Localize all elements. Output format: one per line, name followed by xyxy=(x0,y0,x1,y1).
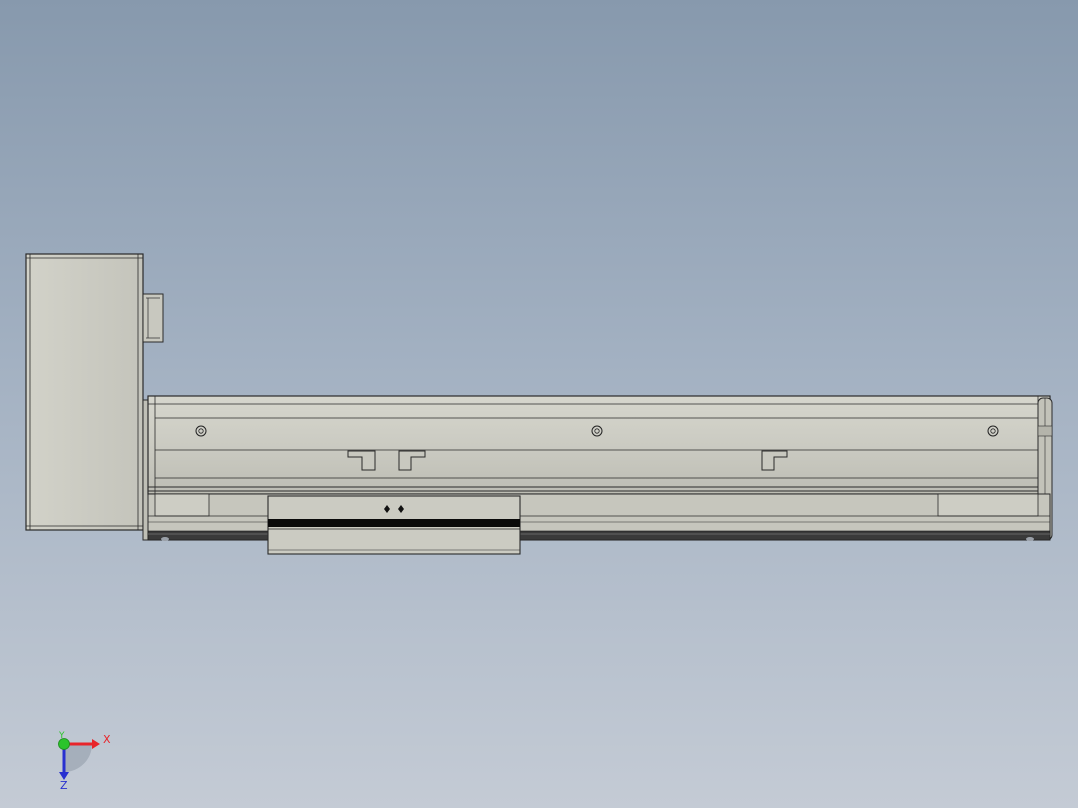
motor-connector[interactable] xyxy=(142,293,164,343)
rail-body[interactable] xyxy=(147,395,1051,495)
triad-x-label: X xyxy=(103,733,111,746)
linear-actuator-model[interactable] xyxy=(0,0,1078,808)
motor-housing[interactable] xyxy=(25,253,144,531)
triad-y-label: Y xyxy=(59,731,65,741)
carriage-slider[interactable] xyxy=(267,495,521,555)
cad-graphics-viewport[interactable]: X Y Z xyxy=(0,0,1078,808)
triad-z-label: Z xyxy=(60,779,68,792)
